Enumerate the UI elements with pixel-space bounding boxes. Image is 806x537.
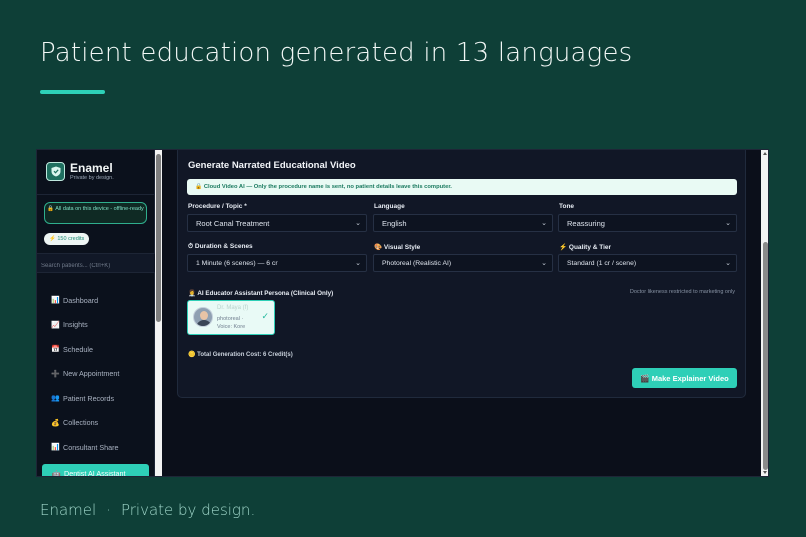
card-title: Generate Narrated Educational Video xyxy=(188,160,356,171)
sidebar-item-insights[interactable]: 📈 Insights xyxy=(37,313,155,338)
sidebar-item-schedule[interactable]: 📅 Schedule xyxy=(37,337,155,362)
money-bag-icon: 💰 xyxy=(51,419,60,427)
calendar-icon: 📅 xyxy=(51,346,60,354)
sidebar-item-label: Consultant Share xyxy=(63,442,119,452)
search-box[interactable] xyxy=(37,253,155,275)
main-scrollbar[interactable] xyxy=(761,150,768,476)
sidebar-item-label: Insights xyxy=(63,320,88,330)
tone-select[interactable]: Reassuring ⌄ xyxy=(558,214,737,232)
sidebar: Enamel Private by design. 🔒 All data on … xyxy=(37,150,155,476)
persona-note: Doctor likeness restricted to marketing … xyxy=(629,289,735,295)
quality-select[interactable]: Standard (1 cr / scene) ⌄ xyxy=(558,254,737,272)
sidebar-scrollbar[interactable] xyxy=(155,150,162,476)
sidebar-item-label: Dashboard xyxy=(63,295,99,305)
chevron-down-icon: ⌄ xyxy=(355,220,361,227)
search-input[interactable] xyxy=(37,257,155,275)
sidebar-scroll-thumb[interactable] xyxy=(156,154,161,322)
persona-style: photoreal · xyxy=(217,316,244,322)
chart-icon: 📊 xyxy=(51,444,60,452)
avatar xyxy=(193,307,213,327)
footer-brand: Enamel xyxy=(40,501,97,519)
privacy-notice: 🔒 Cloud Video AI — Only the procedure na… xyxy=(187,179,737,195)
visual-style-select[interactable]: Photoreal (Realistic AI) ⌄ xyxy=(373,254,553,272)
slide-headline: Patient education generated in 13 langua… xyxy=(40,38,633,68)
duration-label: ⏱ Duration & Scenes xyxy=(188,243,253,250)
scroll-up-arrow-icon[interactable] xyxy=(763,152,767,155)
persona-meta: photoreal · Voice: Kore xyxy=(217,315,245,331)
checkmark-icon: ✓ xyxy=(261,311,269,321)
sidebar-item-label: Schedule xyxy=(63,344,93,354)
tone-label: Tone xyxy=(559,203,575,210)
brand: Enamel Private by design. xyxy=(46,162,114,181)
sidebar-nav: 📊 Dashboard 📈 Insights 📅 Schedule ➕ New … xyxy=(37,288,155,477)
sidebar-item-label: Dentist AI Assistant xyxy=(64,469,126,477)
language-label: Language xyxy=(374,203,405,210)
chevron-down-icon: ⌄ xyxy=(725,260,731,267)
accent-bar xyxy=(40,90,105,94)
sidebar-item-new-appointment[interactable]: ➕ New Appointment xyxy=(37,362,155,387)
dashboard-icon: 📊 xyxy=(51,297,60,305)
app-window: Enamel Private by design. 🔒 All data on … xyxy=(36,149,769,477)
brand-name: Enamel xyxy=(70,161,113,175)
main-content: Generate Narrated Educational Video 🔒 Cl… xyxy=(162,150,762,476)
total-cost: 🪙 Total Generation Cost: 6 Credit(s) xyxy=(188,352,293,358)
persona-card[interactable]: Dr. Maya (f) photoreal · Voice: Kore ✓ xyxy=(187,300,275,335)
persona-voice: Voice: Kore xyxy=(217,324,246,330)
chevron-down-icon: ⌄ xyxy=(541,220,547,227)
users-icon: 👥 xyxy=(51,395,60,403)
brand-tagline: Private by design. xyxy=(70,175,114,181)
footer-tagline: Private by design. xyxy=(120,501,256,519)
procedure-label: Procedure / Topic * xyxy=(188,203,247,210)
plus-icon: ➕ xyxy=(51,370,60,378)
chevron-down-icon: ⌄ xyxy=(725,220,731,227)
procedure-value: Root Canal Treatment xyxy=(196,219,270,228)
persona-name: Dr. Maya (f) xyxy=(217,305,249,311)
quality-value: Standard (1 cr / scene) xyxy=(567,260,637,267)
slide-footer: Enamel · Private by design. xyxy=(40,501,255,519)
robot-icon: 🤖 xyxy=(52,470,61,477)
sidebar-item-dentist-ai-assistant[interactable]: 🤖 Dentist AI Assistant xyxy=(42,463,149,477)
sidebar-item-consultant-share[interactable]: 📊 Consultant Share xyxy=(37,435,155,460)
insights-icon: 📈 xyxy=(51,321,60,329)
language-select[interactable]: English ⌄ xyxy=(373,214,553,232)
visual-style-label: 🎨 Visual Style xyxy=(374,244,421,251)
sidebar-item-label: Patient Records xyxy=(63,393,115,403)
sidebar-item-dashboard[interactable]: 📊 Dashboard xyxy=(37,288,155,313)
scroll-down-arrow-icon[interactable] xyxy=(763,471,767,474)
offline-badge: 🔒 All data on this device - offline-read… xyxy=(44,202,147,224)
shield-logo-icon xyxy=(46,162,65,181)
sidebar-item-label: New Appointment xyxy=(63,369,120,379)
sidebar-item-label: Collections xyxy=(63,418,99,428)
tone-value: Reassuring xyxy=(567,219,605,228)
chevron-down-icon: ⌄ xyxy=(541,260,547,267)
chevron-down-icon: ⌄ xyxy=(355,260,361,267)
main-scroll-thumb[interactable] xyxy=(762,242,768,470)
sidebar-item-collections[interactable]: 💰 Collections xyxy=(37,411,155,436)
duration-value: 1 Minute (6 scenes) — 6 cr xyxy=(196,260,278,267)
video-generator-card: Generate Narrated Educational Video 🔒 Cl… xyxy=(177,150,746,398)
sidebar-item-patient-records[interactable]: 👥 Patient Records xyxy=(37,386,155,411)
persona-label: 👩‍⚕️ AI Educator Assistant Persona (Clin… xyxy=(188,290,334,297)
credits-badge[interactable]: ⚡ 150 credits xyxy=(44,233,90,245)
quality-label: ⚡ Quality & Tier xyxy=(559,244,612,251)
make-explainer-video-button[interactable]: 🎬 Make Explainer Video xyxy=(632,368,737,388)
duration-select[interactable]: 1 Minute (6 scenes) — 6 cr ⌄ xyxy=(187,254,367,272)
footer-separator: · xyxy=(106,501,111,519)
procedure-select[interactable]: Root Canal Treatment ⌄ xyxy=(187,214,367,232)
visual-style-value: Photoreal (Realistic AI) xyxy=(382,260,452,267)
language-value: English xyxy=(382,219,407,228)
sidebar-divider xyxy=(37,194,155,195)
